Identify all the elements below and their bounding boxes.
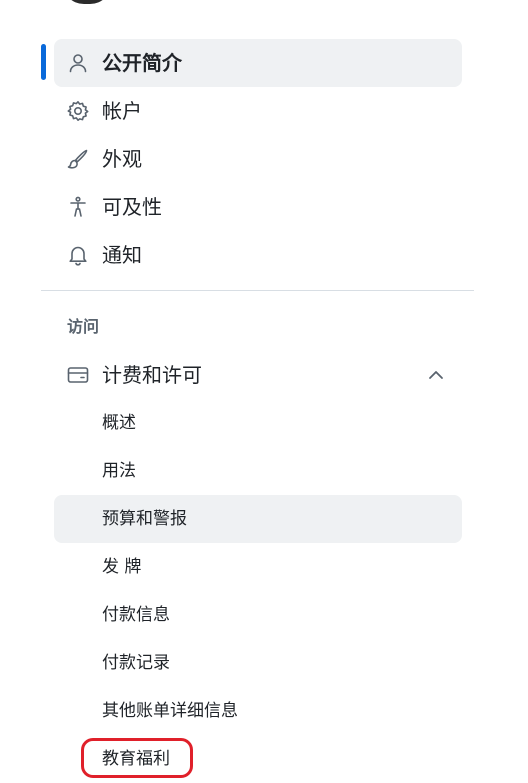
chevron-up-icon[interactable] [424,363,448,387]
credit-card-icon [66,363,90,387]
billing-subitem-education-benefits[interactable]: 教育福利 [54,735,462,783]
active-indicator [41,44,46,80]
billing-subitem-payment-history[interactable]: 付款记录 [54,639,462,687]
sidebar-item-label: 通知 [102,243,142,267]
sidebar-item-label: 帐户 [102,99,142,123]
sidebar-item-label: 计费和许可 [102,363,202,387]
divider [41,290,474,291]
sidebar-item-label: 可及性 [102,195,162,219]
sidebar-item-accessibility[interactable]: 可及性 [54,183,462,231]
sidebar-item-account[interactable]: 帐户 [54,87,462,135]
sidebar-item-billing[interactable]: 计费和许可 [54,351,462,399]
sidebar-item-label: 公开简介 [102,51,182,75]
billing-subitem-additional-billing-details[interactable]: 其他账单详细信息 [54,687,462,735]
billing-subitem-overview[interactable]: 概述 [54,399,462,447]
billing-subitem-usage[interactable]: 用法 [54,447,462,495]
person-icon [66,51,90,75]
billing-subitem-licensing[interactable]: 发 牌 [54,543,462,591]
sidebar-item-label: 外观 [102,147,142,171]
avatar[interactable] [62,0,112,4]
bell-icon [66,243,90,267]
sidebar-item-appearance[interactable]: 外观 [54,135,462,183]
gear-icon [66,99,90,123]
paintbrush-icon [66,147,90,171]
billing-subitem-budgets-alerts[interactable]: 预算和警报 [54,495,462,543]
section-title-access: 访问 [67,317,100,336]
sidebar-item-public-profile[interactable]: 公开简介 [54,39,462,87]
sidebar-item-notifications[interactable]: 通知 [54,231,462,279]
accessibility-icon [66,195,90,219]
billing-subitem-payment-info[interactable]: 付款信息 [54,591,462,639]
